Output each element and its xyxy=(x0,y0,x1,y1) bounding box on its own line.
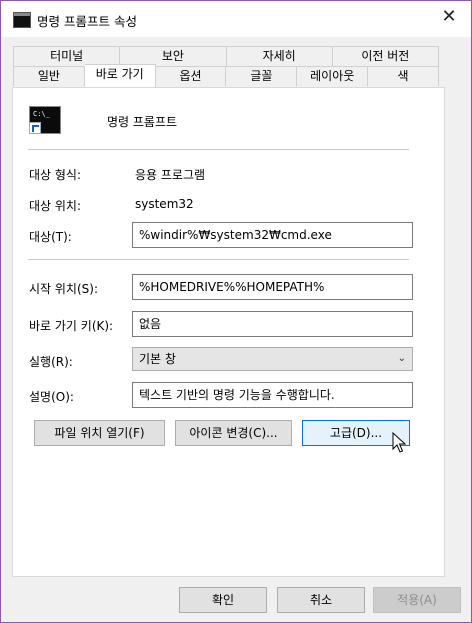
target-label: 대상(T): xyxy=(29,230,72,244)
tab-security[interactable]: 보안 xyxy=(120,46,227,66)
shortcut-arrow-icon xyxy=(29,122,41,134)
open-file-location-button[interactable]: 파일 위치 열기(F) xyxy=(34,420,165,446)
run-select[interactable]: 기본 창 ⌄ xyxy=(132,347,413,371)
tab-options[interactable]: 옵션 xyxy=(155,66,227,86)
mouse-cursor-icon xyxy=(392,432,407,453)
title-bar: 명령 프롬프트 속성 ✕ xyxy=(1,1,471,37)
target-location-label: 대상 위치: xyxy=(29,199,82,213)
cmd-shortcut-icon: C:\_ xyxy=(29,106,61,134)
close-icon[interactable]: ✕ xyxy=(439,7,459,27)
shortcut-key-input[interactable]: 없음 xyxy=(132,311,413,337)
divider xyxy=(28,259,409,260)
tab-shortcut[interactable]: 바로 가기 xyxy=(84,64,156,88)
target-location-value: system32 xyxy=(135,197,194,211)
tab-font[interactable]: 글꼴 xyxy=(226,66,298,86)
ok-button[interactable]: 확인 xyxy=(179,587,267,613)
window-title: 명령 프롬프트 속성 xyxy=(37,14,137,29)
prompt-glyph-icon: C:\_ xyxy=(33,110,50,118)
cancel-button[interactable]: 취소 xyxy=(277,587,365,613)
comment-label: 설명(O): xyxy=(29,390,74,404)
tab-previous-versions[interactable]: 이전 버전 xyxy=(332,46,439,66)
tab-row-1: 터미널 보안 자세히 이전 버전 xyxy=(13,46,439,66)
chevron-down-icon: ⌄ xyxy=(397,353,406,364)
shortcut-name: 명령 프롬프트 xyxy=(107,115,178,129)
start-in-label: 시작 위치(S): xyxy=(29,282,98,296)
properties-window: 명령 프롬프트 속성 ✕ 터미널 보안 자세히 이전 버전 일반 바로 가기 옵… xyxy=(0,0,472,623)
cmd-app-icon xyxy=(13,12,31,28)
target-input[interactable]: %windir%₩system32₩cmd.exe xyxy=(132,222,413,248)
apply-button[interactable]: 적용(A) xyxy=(373,587,461,613)
run-select-value: 기본 창 xyxy=(139,352,176,366)
run-label: 실행(R): xyxy=(29,355,73,369)
shortcut-key-label: 바로 가기 키(K): xyxy=(29,319,114,333)
divider xyxy=(28,149,409,150)
tab-details[interactable]: 자세히 xyxy=(226,46,333,66)
start-in-input[interactable]: %HOMEDRIVE%%HOMEPATH% xyxy=(132,274,413,300)
change-icon-button[interactable]: 아이콘 변경(C)... xyxy=(175,420,292,446)
target-type-value: 응용 프로그램 xyxy=(135,168,206,182)
target-type-label: 대상 형식: xyxy=(29,168,82,182)
comment-input[interactable]: 텍스트 기반의 명령 기능을 수행합니다. xyxy=(132,382,413,408)
tab-layout[interactable]: 레이아웃 xyxy=(297,66,369,86)
tab-general[interactable]: 일반 xyxy=(13,66,85,86)
tab-terminal[interactable]: 터미널 xyxy=(13,46,121,66)
tab-row-2: 일반 바로 가기 옵션 글꼴 레이아웃 색 xyxy=(13,64,439,88)
tab-colors[interactable]: 색 xyxy=(368,66,439,86)
